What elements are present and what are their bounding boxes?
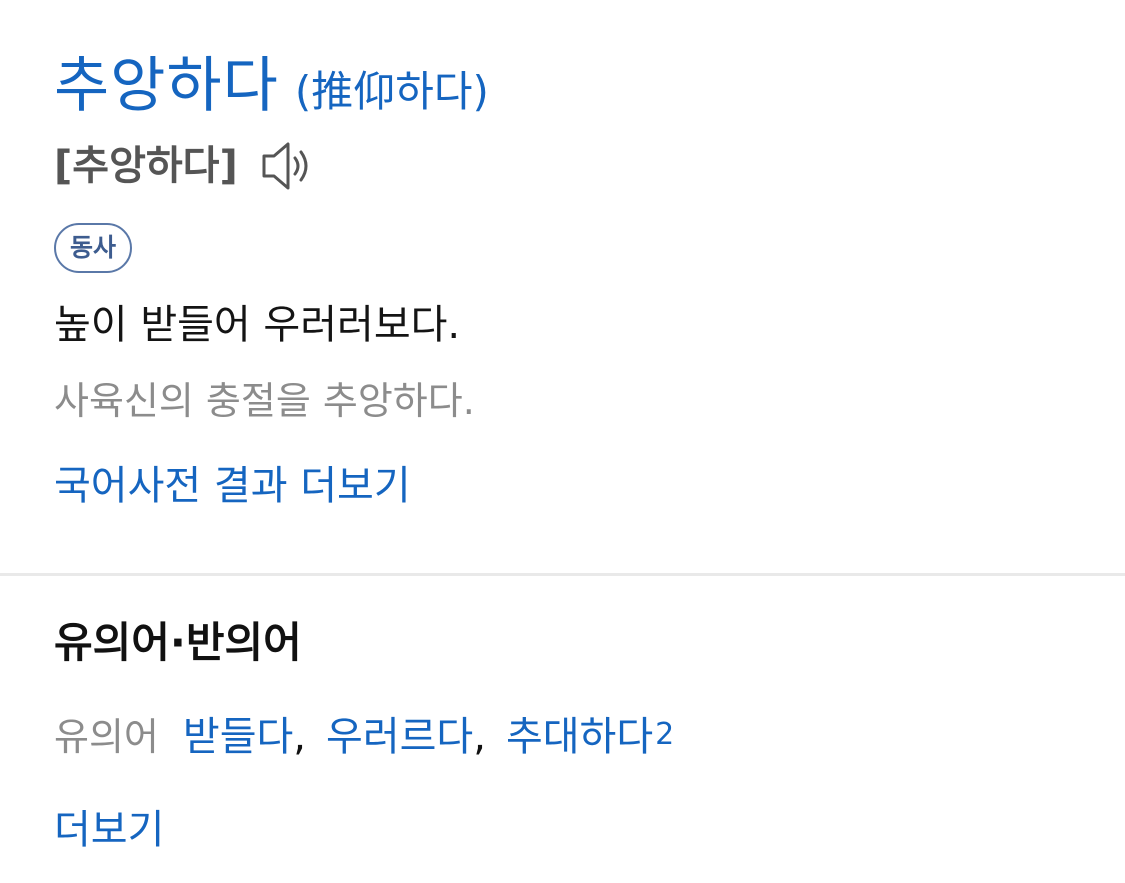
synonym-link-2[interactable]: 우러르다 [326,706,473,768]
synonym-link-1[interactable]: 받들다 [183,706,293,768]
synonym-row: 유의어 받들다 , 우러르다 , 추대하다2 [54,706,674,772]
synonym-word: 추대하다 [505,714,654,760]
example-sentence: 사육신의 충절을 추앙하다. [54,379,475,423]
pronunciation-row: [추앙하다] [54,136,314,196]
speaker-icon[interactable] [258,138,314,194]
synonyms-more-link[interactable]: 더보기 [54,800,164,860]
hanja-notation: (推仰하다) [294,67,489,116]
part-of-speech-badge: 동사 [54,223,133,273]
pronunciation: [추앙하다] [54,143,238,189]
headword: 추앙하다 [54,51,279,121]
synonym-link-3[interactable]: 추대하다2 [506,706,674,772]
headword-row: 추앙하다 (推仰하다) [54,48,489,124]
synonym-separator: , [473,714,486,760]
section-divider [0,573,1125,576]
synonym-separator: , [293,714,307,760]
synonym-label: 유의어 [54,715,159,759]
section-title: 유의어·반의어 [54,618,302,667]
dictionary-more-link[interactable]: 국어사전 결과 더보기 [54,456,411,516]
homonym-number: 2 [655,717,675,752]
definition-text: 높이 받들어 우러러보다. [54,302,461,348]
